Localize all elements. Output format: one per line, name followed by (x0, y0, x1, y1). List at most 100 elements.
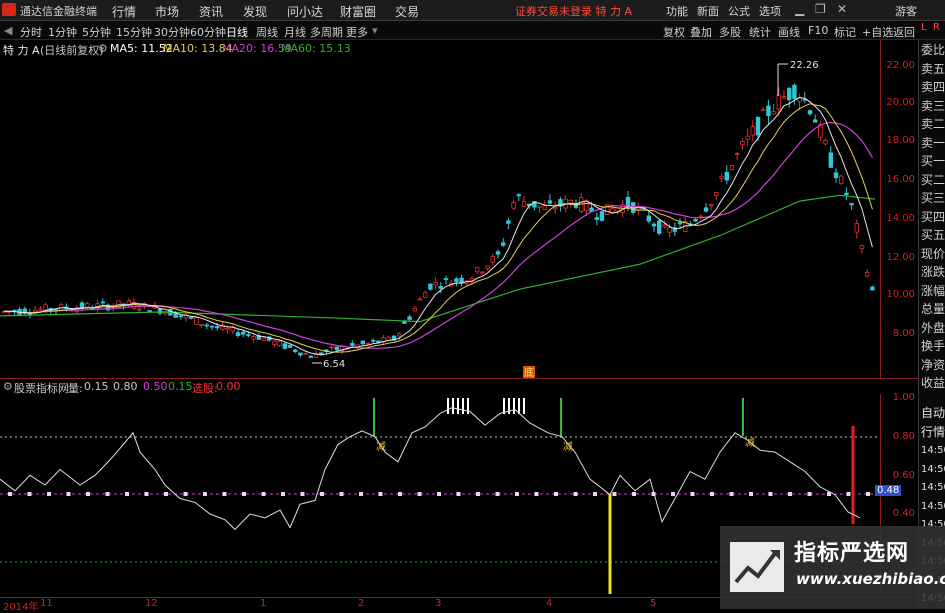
draw-line-button[interactable]: 画线 (778, 24, 800, 40)
candle-body (282, 343, 287, 349)
side-panel-item[interactable]: 14:50 (921, 500, 945, 513)
menu-discover[interactable]: 发现 (243, 3, 267, 20)
level-dot (476, 492, 480, 496)
period-5min[interactable]: 5分钟 (82, 24, 111, 40)
side-panel-item[interactable]: 买四 (921, 210, 945, 224)
ma60-line (0, 194, 876, 323)
date-label: 11 (40, 598, 53, 609)
period-15min[interactable]: 15分钟 (116, 24, 152, 40)
candle-body (844, 192, 849, 196)
restore-icon[interactable]: ❐ (815, 2, 826, 16)
side-panel-item[interactable]: 自动 (921, 407, 945, 420)
function-button[interactable]: 功能 (666, 3, 688, 19)
side-panel-item[interactable]: 委比 (921, 44, 945, 57)
statistics-button[interactable]: 统计 (749, 24, 771, 40)
candlestick-chart[interactable]: 22.26 6.54 底 (0, 40, 880, 378)
more-dropdown-icon[interactable]: ▾ (372, 24, 378, 37)
side-panel-item[interactable]: 外盘 (921, 321, 945, 335)
side-panel-item[interactable]: 买五 (921, 229, 945, 242)
trade-login-warning[interactable]: 证券交易未登录 特 力 A (515, 3, 632, 19)
side-panel-item[interactable]: 卖三 (921, 99, 945, 113)
side-panel-item[interactable]: 卖一 (921, 136, 945, 150)
side-panel-item[interactable]: 涨幅 (921, 284, 945, 298)
period-monthly[interactable]: 月线 (284, 24, 306, 40)
price-tick: 12.00 (886, 252, 915, 263)
side-panel-item[interactable]: 14:50 (921, 444, 945, 457)
period-60min[interactable]: 60分钟 (190, 24, 226, 40)
level-dot (222, 492, 227, 496)
guest-button[interactable]: 游客 (895, 3, 917, 19)
panel-r-label[interactable]: R (933, 22, 940, 33)
candle-body (677, 222, 683, 225)
panel-l-label[interactable]: L (921, 22, 927, 33)
period-30min[interactable]: 30分钟 (154, 24, 190, 40)
reduce-mark: 减 (376, 441, 386, 453)
side-panel-item[interactable]: 涨跌 (921, 266, 945, 279)
candle-body (735, 153, 740, 155)
add-watchlist-button[interactable]: +自选 (862, 24, 893, 40)
candle-body (849, 203, 854, 206)
level-dot (125, 492, 129, 496)
side-panel-item[interactable]: 买一 (921, 155, 945, 168)
minimize-icon[interactable]: ▁ (795, 2, 804, 16)
side-panel-item[interactable]: 卖四 (921, 81, 945, 94)
side-panel-item[interactable]: 买二 (921, 173, 945, 187)
period-multi[interactable]: 多周期 (310, 24, 343, 40)
candle-body (599, 211, 605, 221)
menu-market[interactable]: 市场 (155, 3, 179, 20)
candle-body (365, 342, 371, 345)
level-dot (768, 492, 773, 496)
candle-body (521, 200, 527, 207)
side-panel-item[interactable]: 卖二 (921, 118, 945, 131)
candle-body (246, 334, 251, 336)
side-panel-item[interactable]: 买三 (921, 192, 945, 205)
candle-body (251, 336, 256, 340)
side-panel-item[interactable]: 换手 (921, 340, 945, 353)
period-more[interactable]: 更多 (346, 24, 368, 40)
indicator-gear-icon[interactable]: ⚙ (3, 380, 13, 393)
menu-quotes[interactable]: 行情 (112, 3, 136, 20)
side-panel-item[interactable]: 收益 (921, 377, 945, 390)
bottom-signal-text: 底 (524, 366, 534, 378)
menu-trade[interactable]: 交易 (395, 3, 419, 20)
candle-body (188, 316, 194, 319)
level-dot (866, 492, 870, 496)
side-panel-item[interactable]: 净资 (921, 358, 945, 372)
side-panel-item[interactable]: 14:50 (921, 481, 945, 494)
side-panel-item[interactable]: 行情 (921, 425, 945, 439)
pane-divider[interactable] (0, 378, 918, 379)
f10-button[interactable]: F10 (808, 24, 828, 37)
price-tick: 18.00 (886, 135, 915, 146)
mark-button[interactable]: 标记 (834, 24, 856, 40)
menu-news[interactable]: 资讯 (199, 3, 223, 20)
candle-body (287, 344, 293, 348)
side-panel-item[interactable]: 14:50 (921, 463, 945, 476)
menu-ask[interactable]: 问小达 (287, 3, 323, 20)
tb-left-arrow-icon[interactable]: ◀ (4, 24, 12, 37)
side-panel-item[interactable]: 卖五 (921, 62, 945, 76)
overlay-button[interactable]: 叠加 (690, 24, 712, 40)
candle-body (303, 352, 308, 355)
period-daily[interactable]: 日线 (226, 24, 248, 40)
price-axis: 22.00 20.00 18.00 16.00 14.00 12.00 10.0… (880, 40, 919, 378)
back-button[interactable]: 返回 (893, 24, 915, 40)
period-intraday[interactable]: 分时 (20, 24, 42, 40)
level-dot (456, 492, 461, 496)
period-1min[interactable]: 1分钟 (48, 24, 77, 40)
side-panel-item[interactable]: 现价 (921, 247, 945, 261)
period-weekly[interactable]: 周线 (256, 24, 278, 40)
level-dot (846, 492, 851, 496)
candle-body (147, 310, 152, 313)
date-label: 2014年 (3, 602, 39, 613)
menu-wealth[interactable]: 财富圈 (340, 3, 376, 20)
adjust-button[interactable]: 复权 (663, 24, 685, 40)
watermark-url: www.xuezhibiao.com (796, 570, 945, 588)
close-icon[interactable]: ✕ (837, 2, 847, 16)
new-layout-button[interactable]: 新面 (697, 3, 719, 19)
price-tick: 16.00 (886, 174, 915, 185)
side-panel-item[interactable]: 总量 (921, 303, 945, 316)
formula-button[interactable]: 公式 (728, 3, 750, 19)
options-button[interactable]: 选项 (759, 3, 781, 19)
multi-stock-button[interactable]: 多股 (719, 24, 741, 40)
white-signal-bar (518, 398, 520, 414)
